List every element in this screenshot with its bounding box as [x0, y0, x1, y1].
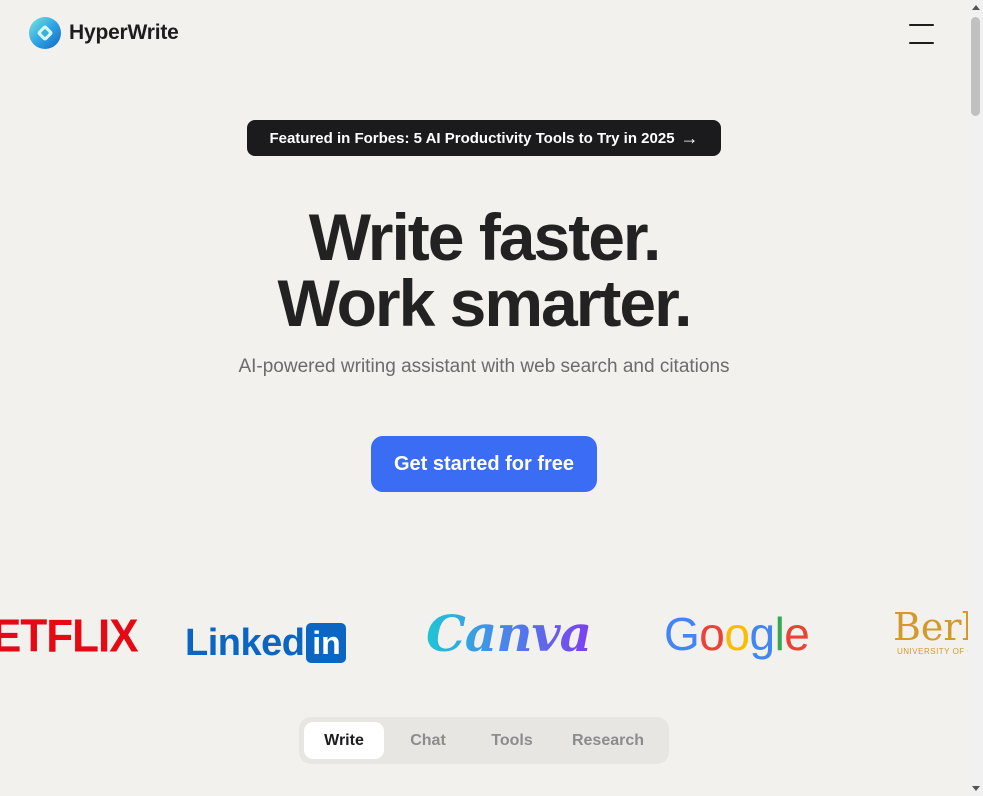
brand-link[interactable]: HyperWrite	[29, 17, 179, 49]
hyperwrite-logo-icon	[29, 17, 61, 49]
scrollbar-thumb[interactable]	[971, 17, 980, 116]
vertical-scrollbar[interactable]	[968, 0, 983, 796]
page: HyperWrite Featured in Forbes: 5 AI Prod…	[0, 0, 968, 796]
featured-label: Featured in Forbes: 5 AI Productivity To…	[269, 129, 675, 147]
scroll-down-arrow-icon[interactable]	[968, 781, 983, 796]
google-letter: G	[664, 608, 700, 660]
google-letter: e	[784, 608, 810, 660]
hero-subtitle: AI-powered writing assistant with web se…	[238, 356, 730, 377]
berkeley-logo-subtext: UNIVERSITY OF C	[897, 647, 968, 656]
brand-name: HyperWrite	[69, 21, 179, 44]
scroll-up-arrow-icon[interactable]	[968, 0, 983, 15]
google-logo: Google	[664, 607, 810, 665]
tab-tools[interactable]: Tools	[472, 722, 552, 759]
feature-tabs: Write Chat Tools Research	[299, 717, 669, 764]
google-letter: o	[699, 608, 725, 660]
get-started-button[interactable]: Get started for free	[371, 436, 597, 492]
menu-bar-top	[909, 24, 934, 26]
featured-banner-link[interactable]: Featured in Forbes: 5 AI Productivity To…	[247, 120, 721, 156]
tab-chat[interactable]: Chat	[384, 722, 472, 759]
berkeley-logo-text: Berk	[893, 605, 968, 649]
google-letter: l	[774, 608, 785, 660]
hamburger-menu-icon[interactable]	[906, 22, 938, 46]
linkedin-logo: Linked in	[185, 614, 347, 672]
google-letter: g	[749, 608, 775, 660]
berkeley-logo: Berk UNIVERSITY OF C	[893, 607, 968, 665]
tab-research[interactable]: Research	[552, 722, 664, 759]
menu-bar-bottom	[909, 42, 934, 44]
canva-logo: Canva	[426, 604, 592, 663]
linkedin-logo-text: Linked	[185, 621, 305, 664]
google-letter: o	[724, 608, 750, 660]
hero-title-line1: Write faster.	[308, 200, 662, 274]
netflix-logo: ETFLIX	[0, 610, 139, 662]
arrow-right-icon: →	[680, 127, 699, 148]
tab-write[interactable]: Write	[304, 722, 384, 759]
linkedin-logo-badge: in	[306, 623, 347, 663]
hero-title-line2: Work smarter.	[277, 266, 693, 340]
header: HyperWrite	[0, 0, 968, 70]
